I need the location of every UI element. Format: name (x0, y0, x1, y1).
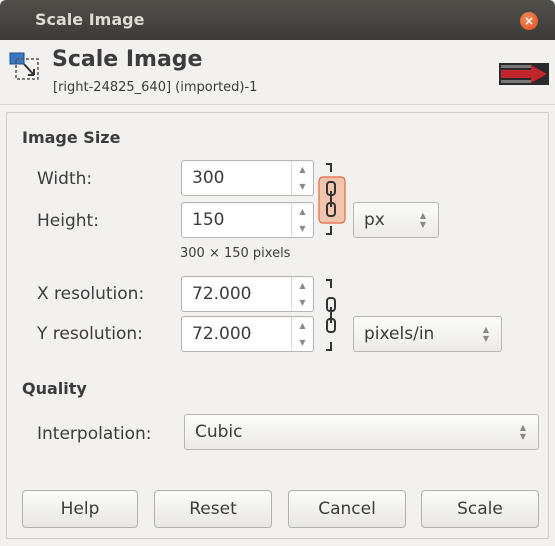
width-stepper[interactable]: ▲ ▼ (291, 161, 313, 195)
y-resolution-stepper[interactable]: ▲ ▼ (291, 317, 313, 351)
dialog-heading: Scale Image (52, 47, 203, 72)
quality-heading: Quality (22, 379, 87, 398)
cancel-button[interactable]: Cancel (288, 490, 406, 528)
help-button[interactable]: Help (22, 490, 138, 528)
image-size-heading: Image Size (22, 128, 121, 147)
pixel-dimensions-text: 300 × 150 pixels (180, 246, 291, 261)
scale-image-icon (9, 52, 39, 80)
height-stepper[interactable]: ▲ ▼ (291, 203, 313, 237)
title-bar[interactable]: Scale Image × (0, 0, 555, 40)
increment-icon[interactable]: ▲ (292, 203, 313, 220)
combo-arrows-icon[interactable]: ▲ ▼ (418, 211, 428, 229)
combo-arrows-icon[interactable]: ▲ ▼ (518, 423, 528, 441)
combo-arrows-icon[interactable]: ▲ ▼ (481, 325, 491, 343)
x-resolution-spinbutton[interactable]: 72.000 ▲ ▼ (181, 276, 314, 312)
x-resolution-label: X resolution: (37, 284, 145, 304)
resolution-chain-link-icon[interactable] (317, 276, 349, 354)
height-value[interactable]: 150 (192, 210, 224, 230)
size-chain-link-icon[interactable] (317, 160, 349, 238)
window-title: Scale Image (35, 10, 145, 29)
decrement-icon[interactable]: ▼ (292, 334, 313, 351)
increment-icon[interactable]: ▲ (292, 161, 313, 178)
header-separator (0, 104, 555, 105)
size-unit-value[interactable]: px (364, 210, 385, 230)
close-icon[interactable]: × (520, 12, 538, 30)
resolution-unit-value[interactable]: pixels/in (364, 324, 434, 344)
height-label: Height: (37, 211, 99, 231)
image-thumbnail (499, 63, 549, 85)
size-unit-combo[interactable]: px ▲ ▼ (353, 202, 439, 238)
reset-button[interactable]: Reset (154, 490, 272, 528)
height-spinbutton[interactable]: 150 ▲ ▼ (181, 202, 314, 238)
width-label: Width: (37, 169, 93, 189)
decrement-icon[interactable]: ▼ (292, 220, 313, 237)
increment-icon[interactable]: ▲ (292, 317, 313, 334)
scale-image-dialog: Scale Image × Scale Image [right-24825_6… (0, 0, 555, 546)
interpolation-label: Interpolation: (37, 424, 152, 444)
interpolation-combo[interactable]: Cubic ▲ ▼ (184, 414, 539, 450)
y-resolution-spinbutton[interactable]: 72.000 ▲ ▼ (181, 316, 314, 352)
y-resolution-value[interactable]: 72.000 (192, 324, 251, 344)
resolution-unit-combo[interactable]: pixels/in ▲ ▼ (353, 316, 502, 352)
x-resolution-value[interactable]: 72.000 (192, 284, 251, 304)
scale-button[interactable]: Scale (421, 490, 539, 528)
image-name: [right-24825_640] (imported)-1 (53, 80, 258, 95)
x-resolution-stepper[interactable]: ▲ ▼ (291, 277, 313, 311)
decrement-icon[interactable]: ▼ (292, 294, 313, 311)
width-value[interactable]: 300 (192, 168, 224, 188)
decrement-icon[interactable]: ▼ (292, 178, 313, 195)
y-resolution-label: Y resolution: (37, 324, 143, 344)
increment-icon[interactable]: ▲ (292, 277, 313, 294)
width-spinbutton[interactable]: 300 ▲ ▼ (181, 160, 314, 196)
interpolation-value[interactable]: Cubic (195, 422, 243, 442)
